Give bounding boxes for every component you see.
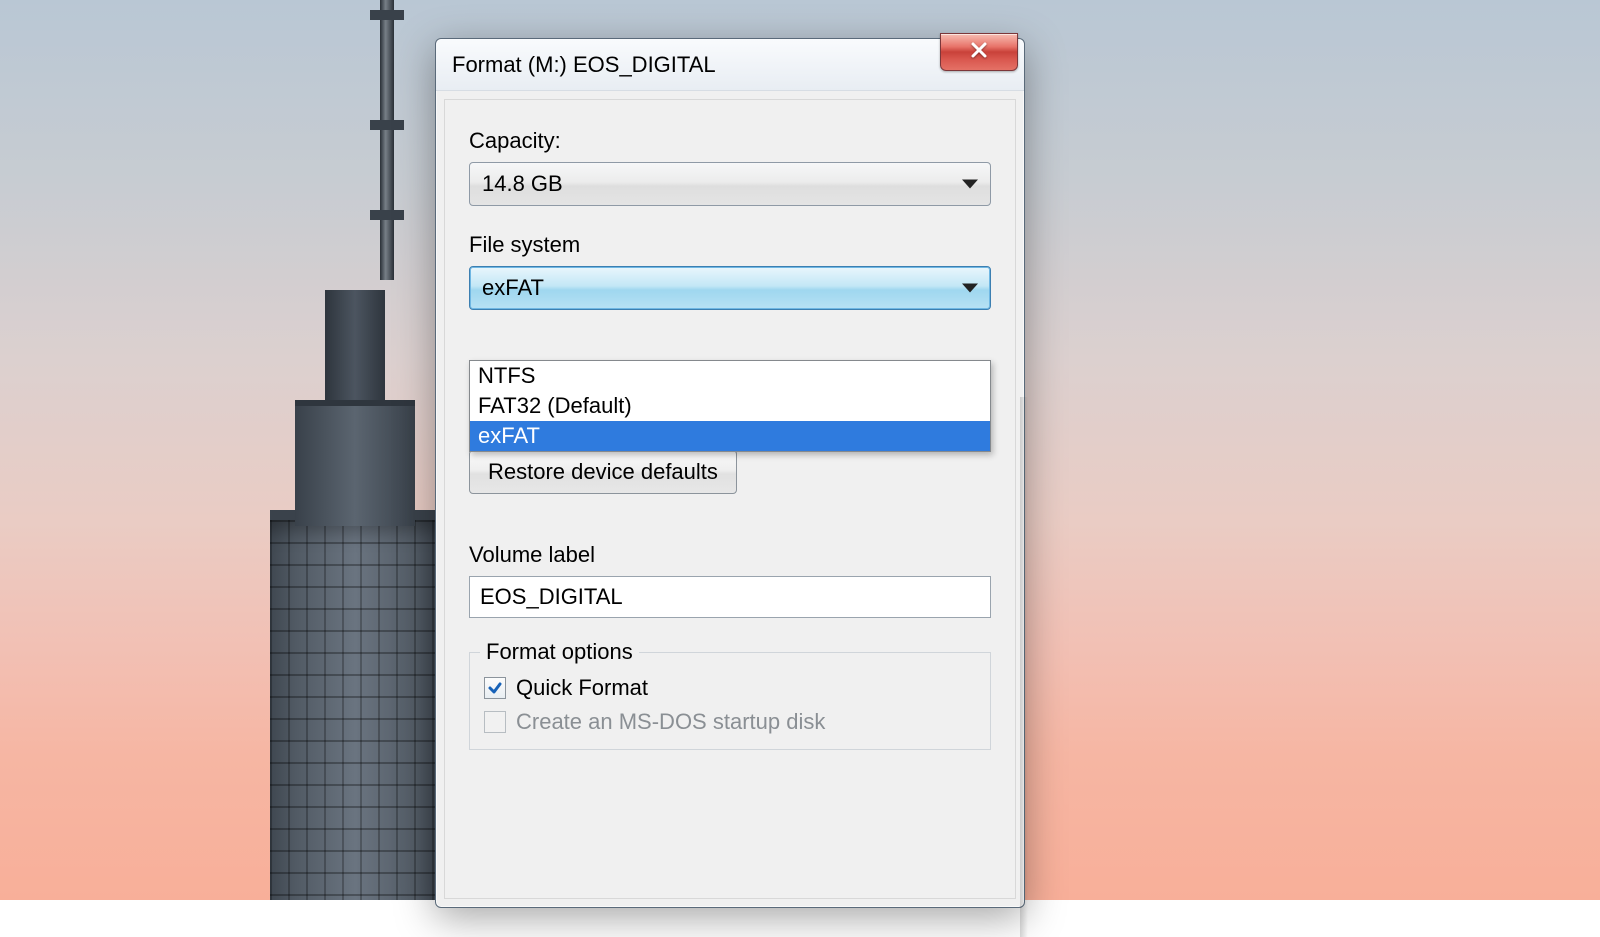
filesystem-label: File system xyxy=(469,232,991,258)
quick-format-checkbox[interactable] xyxy=(484,677,506,699)
format-options-group: Format options Quick Format Create an MS… xyxy=(469,652,991,750)
filesystem-option-ntfs[interactable]: NTFS xyxy=(470,361,990,391)
wallpaper-tower xyxy=(270,510,440,900)
restore-defaults-button[interactable]: Restore device defaults xyxy=(469,450,737,494)
chevron-down-icon xyxy=(962,180,978,189)
close-button[interactable] xyxy=(940,33,1018,71)
quick-format-label: Quick Format xyxy=(516,675,648,701)
filesystem-listbox[interactable]: NTFS FAT32 (Default) exFAT xyxy=(469,360,991,452)
wallpaper-antenna xyxy=(380,0,394,280)
format-options-legend: Format options xyxy=(480,639,639,665)
msdos-disk-row: Create an MS-DOS startup disk xyxy=(484,705,976,739)
msdos-disk-label: Create an MS-DOS startup disk xyxy=(516,709,825,735)
msdos-disk-checkbox xyxy=(484,711,506,733)
titlebar[interactable]: Format (M:) EOS_DIGITAL xyxy=(436,39,1024,91)
volume-label-label: Volume label xyxy=(469,542,991,568)
filesystem-combobox[interactable]: exFAT xyxy=(469,266,991,310)
quick-format-row[interactable]: Quick Format xyxy=(484,671,976,705)
filesystem-option-fat32[interactable]: FAT32 (Default) xyxy=(470,391,990,421)
volume-label-input[interactable] xyxy=(469,576,991,618)
filesystem-value: exFAT xyxy=(482,275,544,301)
capacity-combobox[interactable]: 14.8 GB xyxy=(469,162,991,206)
restore-defaults-label: Restore device defaults xyxy=(488,459,718,485)
format-dialog: Format (M:) EOS_DIGITAL Capacity: 14.8 G… xyxy=(435,38,1025,908)
dialog-title: Format (M:) EOS_DIGITAL xyxy=(452,52,716,78)
dialog-client-area: Capacity: 14.8 GB File system exFAT NTFS… xyxy=(444,99,1016,899)
capacity-label: Capacity: xyxy=(469,128,991,154)
capacity-value: 14.8 GB xyxy=(482,171,563,197)
dialog-edge-shadow xyxy=(1020,397,1028,937)
close-icon xyxy=(969,40,989,65)
chevron-down-icon xyxy=(962,284,978,293)
filesystem-option-exfat[interactable]: exFAT xyxy=(470,421,990,451)
